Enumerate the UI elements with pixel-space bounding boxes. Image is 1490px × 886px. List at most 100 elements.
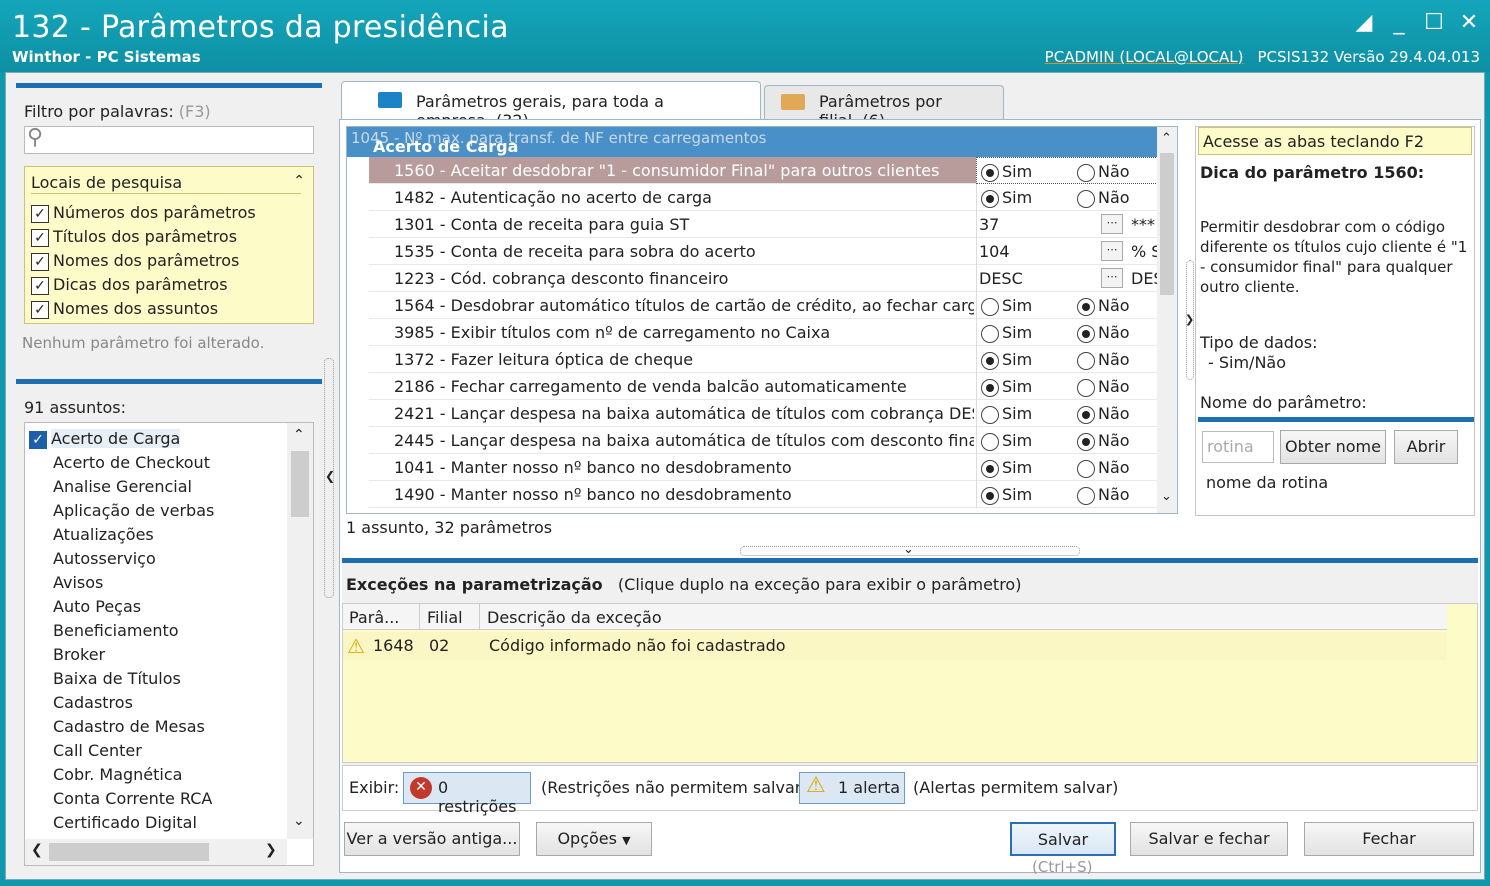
radio-yes[interactable]: Sim	[981, 184, 1032, 211]
subjects-list[interactable]: ✓ Acerto de Carga Acerto de Checkout Anal…	[24, 422, 314, 866]
get-name-button[interactable]: Obter nome	[1280, 430, 1386, 464]
checkbox-param-numbers[interactable]: ✓ Números dos parâmetros	[31, 201, 256, 225]
subject-item-selected[interactable]: ✓ Acerto de Carga	[29, 427, 279, 451]
param-row[interactable]: 1560 - Aceitar desdobrar "1 - consumidor…	[369, 157, 1176, 184]
filter-input[interactable]: ⚲	[24, 125, 314, 154]
collapse-icon[interactable]: ⌃	[293, 173, 305, 189]
checkbox-param-names[interactable]: ✓ Nomes dos parâmetros	[31, 249, 256, 273]
save-close-button[interactable]: Salvar e fechar	[1130, 822, 1288, 856]
radio-no[interactable]: Não	[1077, 158, 1130, 185]
tip-splitter[interactable]: ❯	[1185, 260, 1194, 380]
radio-yes[interactable]: Sim	[981, 158, 1032, 185]
radio-yes[interactable]: Sim	[981, 346, 1032, 373]
checkbox-subject-names[interactable]: ✓ Nomes dos assuntos	[31, 297, 256, 321]
param-row[interactable]: 1372 - Fazer leitura óptica de cheque Sim…	[369, 346, 1157, 373]
radio-no[interactable]: Não	[1077, 400, 1130, 427]
subject-item[interactable]: Auto Peças	[29, 595, 279, 619]
param-row[interactable]: 1301 - Conta de receita para guia ST 37 ⋯ *…	[369, 211, 1177, 238]
save-button[interactable]: Salvar	[1010, 822, 1116, 856]
radio-no[interactable]: Não	[1077, 427, 1130, 454]
scroll-right-icon[interactable]: ❯	[265, 842, 277, 858]
maximize-icon[interactable]: ☐	[1420, 12, 1448, 36]
col-branch[interactable]: Filial	[427, 608, 463, 627]
subject-item[interactable]: Broker	[29, 643, 279, 667]
radio-yes[interactable]: Sim	[981, 292, 1032, 319]
radio-yes[interactable]: Sim	[981, 319, 1032, 346]
scroll-thumb[interactable]	[291, 451, 309, 517]
radio-yes[interactable]: Sim	[981, 373, 1032, 400]
hscroll-thumb[interactable]	[49, 843, 209, 861]
ellipsis-button[interactable]: ⋯	[1101, 241, 1123, 261]
radio-no[interactable]: Não	[1077, 346, 1130, 373]
horizontal-splitter[interactable]: ⌄	[740, 542, 1080, 557]
param-value[interactable]: Sim Não	[976, 346, 1176, 373]
radio-yes[interactable]: Sim	[981, 427, 1032, 454]
minimize-icon[interactable]: _	[1385, 12, 1413, 36]
subject-item[interactable]: Aplicação de verbas	[29, 499, 279, 523]
param-value[interactable]: Sim Não	[976, 427, 1176, 454]
tab-general-params[interactable]: Parâmetros gerais, para toda a empresa (…	[341, 81, 761, 130]
restore-icon[interactable]: ◢	[1350, 12, 1378, 36]
ellipsis-button[interactable]: ⋯	[1101, 268, 1123, 288]
param-row[interactable]: 2186 - Fechar carregamento de venda balc…	[369, 373, 1157, 400]
param-row[interactable]: 1482 - Autenticação no acerto de carga Si…	[369, 184, 1157, 211]
exception-row[interactable]: ⚠ 1648 02 Código informado não foi cadas…	[343, 632, 1447, 660]
param-value[interactable]: 37 ⋯ *** TE	[976, 211, 1177, 238]
radio-no[interactable]: Não	[1077, 373, 1130, 400]
subject-item[interactable]: Autosserviço	[29, 547, 279, 571]
param-row[interactable]: 1535 - Conta de receita para sobra do ac…	[369, 238, 1177, 265]
radio-no[interactable]: Não	[1077, 292, 1130, 319]
subject-item[interactable]: Call Center	[29, 739, 279, 763]
checkbox-param-tips[interactable]: ✓ Dicas dos parâmetros	[31, 273, 256, 297]
scroll-down-icon[interactable]: ⌄	[1161, 489, 1172, 504]
param-row[interactable]: 2421 - Lançar despesa na baixa automátic…	[369, 400, 1157, 427]
options-button[interactable]: Opções ▼	[536, 822, 652, 856]
param-value[interactable]: Sim Não	[976, 157, 1176, 184]
radio-no[interactable]: Não	[1077, 319, 1130, 346]
param-row[interactable]: 1564 - Desdobrar automático títulos de c…	[369, 292, 1157, 319]
subject-item[interactable]: Acerto de Checkout	[29, 451, 279, 475]
param-row[interactable]: 1041 - Manter nosso nº banco no desdobra…	[369, 454, 1157, 481]
subject-item[interactable]: Atualizações	[29, 523, 279, 547]
subject-item[interactable]: Conta Corrente RCA	[29, 787, 279, 811]
scroll-up-icon[interactable]: ⌃	[1161, 131, 1172, 146]
close-button[interactable]: Fechar	[1304, 822, 1474, 856]
param-value[interactable]: 104 ⋯% SAL	[976, 238, 1177, 265]
splitter-handle[interactable]: ❮	[324, 358, 335, 598]
checkbox-param-titles[interactable]: ✓ Títulos dos parâmetros	[31, 225, 256, 249]
radio-no[interactable]: Não	[1077, 481, 1130, 508]
col-description[interactable]: Descrição da exceção	[487, 608, 662, 627]
subject-item[interactable]: Certificado Digital	[29, 811, 279, 835]
restrictions-button[interactable]: ✕ 0 restrições	[403, 772, 531, 816]
subject-item[interactable]: Beneficiamento	[29, 619, 279, 643]
scroll-up-icon[interactable]: ⌃	[293, 427, 305, 443]
param-row[interactable]: 2445 - Lançar despesa na baixa automátic…	[369, 427, 1157, 454]
param-row[interactable]: 1223 - Cód. cobrança desconto financeiro…	[369, 265, 1177, 292]
radio-no[interactable]: Não	[1077, 184, 1130, 211]
radio-no[interactable]: Não	[1077, 454, 1130, 481]
param-value[interactable]: Sim Não	[976, 319, 1176, 346]
param-value[interactable]: Sim Não	[976, 481, 1176, 508]
radio-yes[interactable]: Sim	[981, 454, 1032, 481]
subject-item[interactable]: Avisos	[29, 571, 279, 595]
param-value[interactable]: Sim Não	[976, 292, 1176, 319]
old-version-button[interactable]: Ver a versão antiga...	[344, 822, 520, 856]
subject-item[interactable]: Cadastros	[29, 691, 279, 715]
open-button[interactable]: Abrir	[1394, 430, 1458, 464]
col-param[interactable]: Parâ...	[349, 608, 399, 627]
params-grid[interactable]: 1045 - Nº max. para transf. de NF entre …	[346, 126, 1178, 514]
tab-branch-params[interactable]: Parâmetros por filial (6)	[764, 85, 1004, 130]
param-value[interactable]: Sim Não	[976, 184, 1176, 211]
param-value[interactable]: Sim Não	[976, 400, 1176, 427]
scroll-down-icon[interactable]: ⌄	[293, 813, 305, 829]
radio-yes[interactable]: Sim	[981, 481, 1032, 508]
param-value[interactable]: Sim Não	[976, 373, 1176, 400]
ellipsis-button[interactable]: ⋯	[1101, 214, 1123, 234]
subject-item[interactable]: Cobr. Magnética	[29, 763, 279, 787]
grid-vscroll[interactable]: ⌃ ⌄	[1157, 127, 1177, 513]
alerts-button[interactable]: ⚠ 1 alerta	[799, 772, 905, 804]
routine-input[interactable]: rotina	[1202, 431, 1274, 463]
exceptions-table[interactable]: Parâ... Filial Descrição da exceção ⚠ 16…	[342, 603, 1478, 763]
param-value[interactable]: DESC⋯DESCC	[976, 265, 1177, 292]
scroll-left-icon[interactable]: ❮	[31, 842, 43, 858]
